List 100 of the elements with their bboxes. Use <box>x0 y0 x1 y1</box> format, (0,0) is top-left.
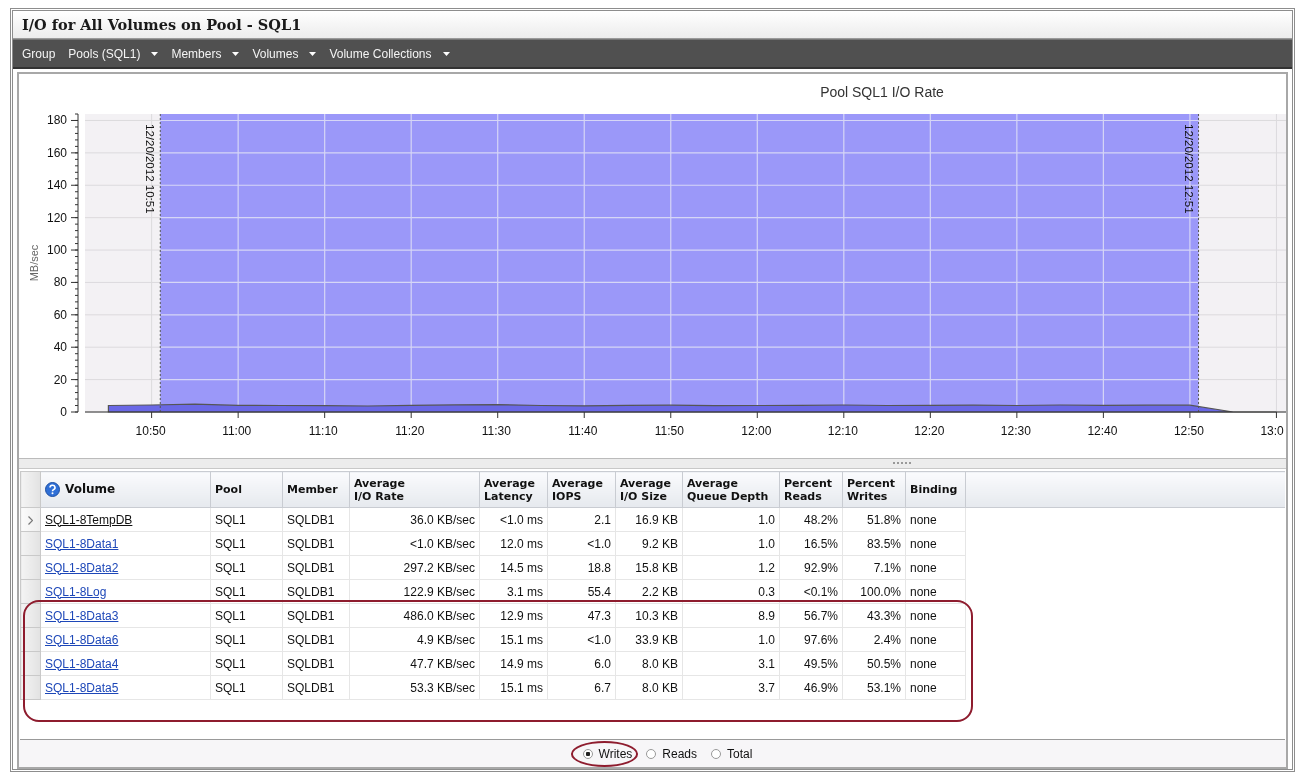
x-tick-label: 12:30 <box>1000 424 1031 438</box>
x-tick-label: 12:40 <box>1087 424 1118 438</box>
column-header[interactable]: Average Queue Depth <box>682 471 780 508</box>
table-cell: SQLDB1 <box>282 555 350 580</box>
x-tick-label: 10:50 <box>135 424 166 438</box>
table-cell: <1.0 ms <box>479 507 548 532</box>
radio-label: Reads <box>662 746 698 761</box>
menu-item[interactable]: Group <box>17 44 61 63</box>
help-icon[interactable] <box>45 482 60 497</box>
table-cell: 53.3 KB/sec <box>349 675 480 700</box>
column-header[interactable]: Average I/O Size <box>615 471 683 508</box>
table-cell: 7.1% <box>842 555 906 580</box>
radio-option[interactable]: Writes <box>582 746 633 761</box>
radio-option[interactable]: Total <box>711 746 753 761</box>
table-cell: 36.0 KB/sec <box>349 507 480 532</box>
table-cell: 12.0 ms <box>479 531 548 556</box>
column-header[interactable]: Binding <box>905 471 966 508</box>
table-cell: SQLDB1 <box>282 579 350 604</box>
table-cell: none <box>905 675 966 700</box>
column-header[interactable]: Percent Reads <box>779 471 843 508</box>
radio-button[interactable] <box>646 748 657 759</box>
table-cell: SQL1 <box>210 507 283 532</box>
x-tick-label: 11:50 <box>654 424 684 438</box>
table-cell: none <box>905 531 966 556</box>
x-tick-label: 11:10 <box>308 424 338 438</box>
table-cell: 8.9 <box>682 603 780 628</box>
radio-button[interactable] <box>582 748 593 759</box>
table-cell: 48.2% <box>779 507 843 532</box>
radio-option[interactable]: Reads <box>646 746 698 761</box>
table-cell: 1.0 <box>682 531 780 556</box>
chevron-icon <box>28 515 33 525</box>
table-cell: none <box>905 507 966 532</box>
table-cell: SQLDB1 <box>282 507 350 532</box>
table-cell: 92.9% <box>779 555 843 580</box>
y-tick-label: 160 <box>46 145 67 160</box>
window-title: I/O for All Volumes on Pool - SQL1 <box>22 16 302 33</box>
range-marker-label: 12/20/2012 10:51 <box>144 124 157 214</box>
column-header[interactable]: Volume <box>40 471 211 508</box>
table-cell: SQL1 <box>210 579 283 604</box>
y-tick-label: 100 <box>46 243 67 258</box>
table-cell: <1.0 <box>547 531 616 556</box>
table-cell: none <box>905 603 966 628</box>
table-cell: 33.9 KB <box>615 627 683 652</box>
table-cell: 83.5% <box>842 531 906 556</box>
table-cell: 1.0 <box>682 507 780 532</box>
table-cell: 12.9 ms <box>479 603 548 628</box>
x-tick-label: 12:10 <box>827 424 858 438</box>
table-cell: <1.0 KB/sec <box>349 531 480 556</box>
table-cell: none <box>905 555 966 580</box>
column-header[interactable]: Average Latency <box>479 471 548 508</box>
table-cell: SQL1 <box>210 675 283 700</box>
column-header[interactable]: Pool <box>210 471 283 508</box>
table-cell: 6.7 <box>547 675 616 700</box>
header-corner <box>20 471 41 508</box>
y-tick-label: 140 <box>46 178 67 193</box>
table-cell: SQLDB1 <box>282 603 350 628</box>
table-cell: 55.4 <box>547 579 616 604</box>
grip-icon <box>893 462 912 465</box>
table-cell: 14.9 ms <box>479 651 548 676</box>
y-tick-label: 60 <box>53 307 67 322</box>
column-header[interactable]: Average IOPS <box>547 471 616 508</box>
menu-item[interactable]: Volume Collections <box>324 44 455 63</box>
table-cell: 16.5% <box>779 531 843 556</box>
table-cell: 53.1% <box>842 675 906 700</box>
column-header[interactable]: Percent Writes <box>842 471 906 508</box>
table-cell: 43.3% <box>842 603 906 628</box>
table-cell: 3.1 ms <box>479 579 548 604</box>
table-cell: 51.8% <box>842 507 906 532</box>
table-cell: SQL1 <box>210 603 283 628</box>
table-cell: 1.0 <box>682 627 780 652</box>
menu-item[interactable]: Members <box>166 44 245 63</box>
menu-item[interactable]: Pools (SQL1) <box>63 44 164 63</box>
y-tick-label: 180 <box>46 113 67 128</box>
table-cell: 49.5% <box>779 651 843 676</box>
radio-label: Total <box>727 746 753 761</box>
menu-item[interactable]: Volumes <box>247 44 322 63</box>
x-tick-label: 12:00 <box>741 424 772 438</box>
table-cell: 18.8 <box>547 555 616 580</box>
y-tick-label: 120 <box>46 210 67 225</box>
x-tick-label: 12:20 <box>914 424 945 438</box>
column-header[interactable]: Average I/O Rate <box>349 471 480 508</box>
table-cell: 3.1 <box>682 651 780 676</box>
table-cell: 46.9% <box>779 675 843 700</box>
range-marker-label: 12/20/2012 12:51 <box>1182 124 1195 214</box>
table-cell: 8.0 KB <box>615 675 683 700</box>
radio-label: Writes <box>598 746 633 761</box>
table-cell: SQL1 <box>210 651 283 676</box>
y-tick-label: 0 <box>60 405 67 419</box>
table-cell: 0.3 <box>682 579 780 604</box>
table-cell: 15.1 ms <box>479 627 548 652</box>
table-cell: <1.0 <box>547 627 616 652</box>
table-cell: SQLDB1 <box>282 651 350 676</box>
table-cell: 3.7 <box>682 675 780 700</box>
table-cell: none <box>905 627 966 652</box>
table-cell: 297.2 KB/sec <box>349 555 480 580</box>
table-cell: none <box>905 579 966 604</box>
table-cell: 15.1 ms <box>479 675 548 700</box>
column-header[interactable]: Member <box>282 471 350 508</box>
table-cell: <0.1% <box>779 579 843 604</box>
radio-button[interactable] <box>711 748 722 759</box>
